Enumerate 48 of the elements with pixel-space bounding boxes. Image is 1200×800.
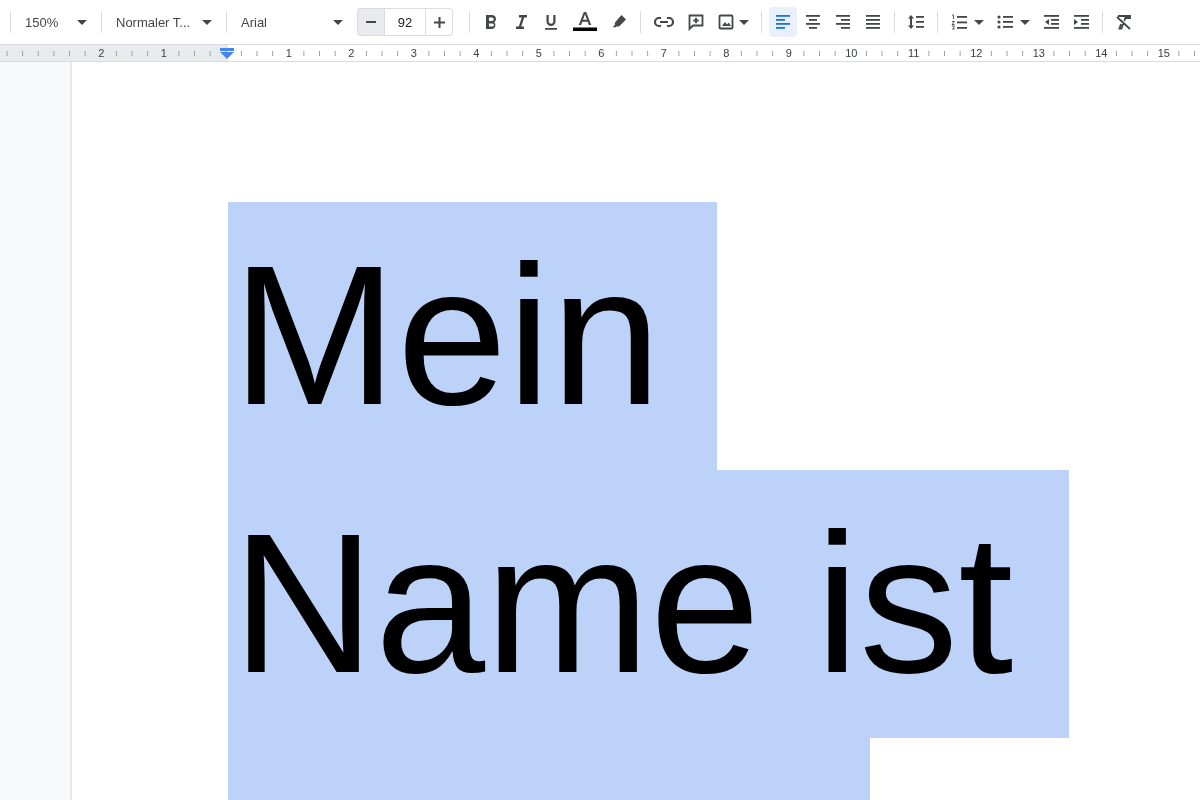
bulleted-list-icon	[996, 13, 1014, 31]
text-color-icon	[572, 11, 598, 33]
underline-icon	[542, 13, 560, 31]
comment-icon	[687, 13, 705, 31]
caret-icon	[974, 19, 984, 25]
ruler-number: 1	[283, 47, 294, 59]
decrease-font-size-button[interactable]	[357, 8, 384, 36]
font-dropdown[interactable]: Arial	[233, 7, 351, 37]
increase-font-size-button[interactable]	[426, 8, 453, 36]
link-icon	[653, 16, 675, 28]
clear-formatting-icon	[1115, 13, 1133, 31]
align-left-button[interactable]	[769, 7, 797, 37]
caret-icon	[77, 19, 87, 25]
ruler-number: 12	[968, 47, 985, 59]
ruler-number: 13	[1030, 47, 1047, 59]
indent-marker-icon[interactable]	[219, 48, 235, 59]
ruler-number: 7	[658, 47, 669, 59]
ruler-number: 15	[1155, 47, 1172, 59]
minus-icon	[366, 21, 376, 23]
ruler-number: 5	[533, 47, 544, 59]
ruler-number: 11	[906, 47, 922, 59]
caret-icon	[739, 19, 749, 25]
ruler-number: 6	[596, 47, 607, 59]
ruler-number: 8	[721, 47, 732, 59]
ruler-number: 14	[1093, 47, 1110, 59]
font-size-field[interactable]: 92	[384, 8, 426, 36]
ruler-number: 2	[98, 47, 105, 59]
align-center-icon	[804, 13, 822, 31]
caret-icon	[202, 19, 212, 25]
ruler-number: 10	[843, 47, 860, 59]
ruler-number: 9	[783, 47, 794, 59]
numbered-list-icon	[950, 13, 968, 31]
caret-icon	[333, 19, 343, 25]
align-right-icon	[834, 13, 852, 31]
ruler-number: 2	[346, 47, 357, 59]
ruler-number: 4	[471, 47, 482, 59]
outdent-icon	[1042, 13, 1060, 31]
justify-icon	[864, 13, 882, 31]
align-left-icon	[774, 13, 792, 31]
image-icon	[717, 13, 735, 31]
zoom-dropdown[interactable]: 150%	[17, 7, 95, 37]
plus-icon	[433, 16, 445, 28]
style-dropdown[interactable]: Normaler T...	[108, 7, 220, 37]
ruler-number: 1	[160, 47, 167, 59]
ruler-number: 3	[408, 47, 419, 59]
caret-icon	[1020, 19, 1030, 25]
line-spacing-icon	[907, 13, 925, 31]
indent-icon	[1072, 13, 1090, 31]
